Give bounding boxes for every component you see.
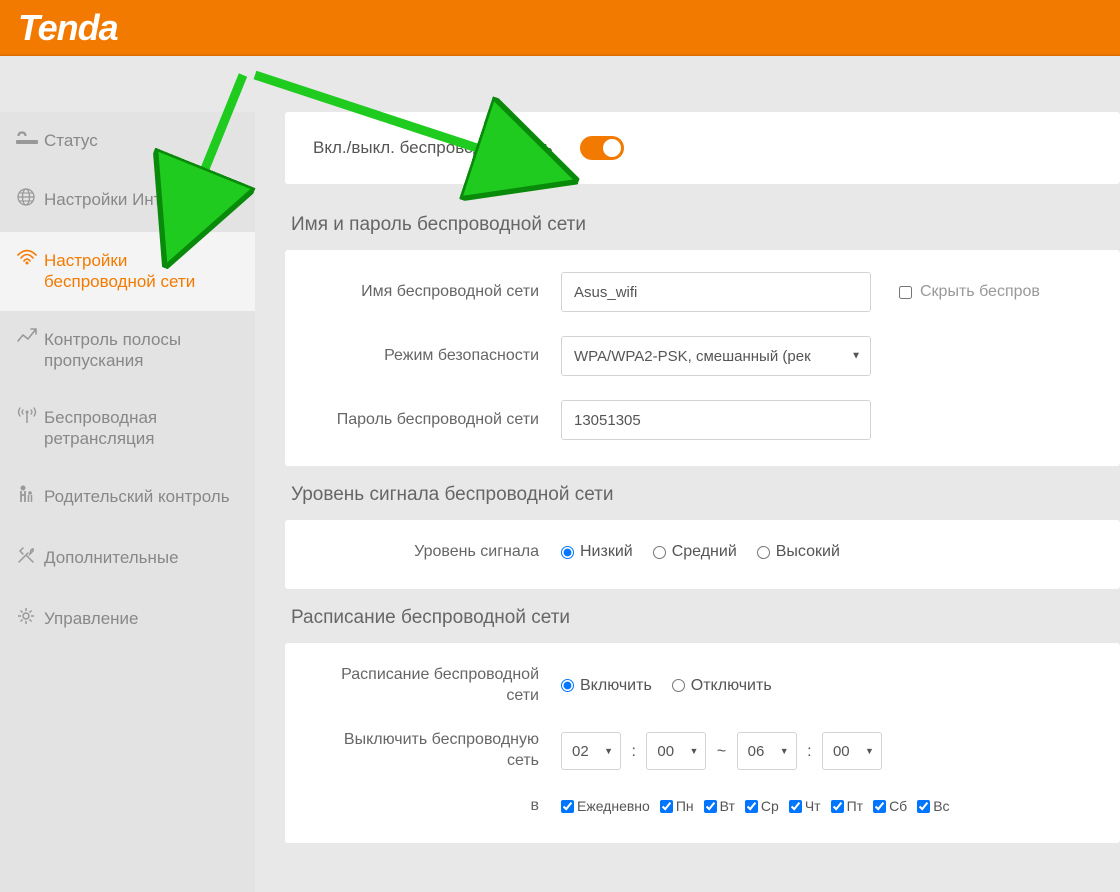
sidebar-item-label: Статус — [44, 130, 239, 151]
signal-section-title: Уровень сигнала беспроводной сети — [291, 484, 1120, 506]
sidebar-item-label: Дополнительные — [44, 547, 239, 568]
main-content: Вкл./выкл. беспроводную сеть Имя и парол… — [255, 112, 1120, 892]
ssid-label: Имя беспроводной сети — [313, 282, 561, 303]
sidebar-item-label: Настройки Интернета — [44, 189, 239, 210]
schedule-card: Расписание беспроводной сети Включить От… — [285, 643, 1120, 843]
network-section-title: Имя и пароль беспроводной сети — [291, 214, 1120, 236]
day-check-mon[interactable]: Пн — [660, 798, 694, 814]
sidebar-item-advanced[interactable]: Дополнительные — [0, 529, 255, 590]
day-check-fri[interactable]: Пт — [831, 798, 863, 814]
hide-ssid-text: Скрыть беспров — [920, 283, 1040, 301]
sidebar-item-management[interactable]: Управление — [0, 590, 255, 651]
hide-ssid-input[interactable] — [899, 286, 912, 299]
time-tilde: ~ — [717, 743, 726, 760]
time-colon: : — [631, 743, 635, 760]
sidebar-item-parental[interactable]: Родительский контроль — [0, 468, 255, 529]
schedule-radio-off[interactable]: Отключить — [672, 677, 772, 695]
time-from-min[interactable]: 00 — [646, 732, 706, 770]
day-check-sat[interactable]: Сб — [873, 798, 907, 814]
time-to-hour[interactable]: 06 — [737, 732, 797, 770]
hide-ssid-checkbox[interactable]: Скрыть беспров — [899, 283, 1040, 301]
signal-card: Уровень сигнала Низкий Средний Высокий — [285, 520, 1120, 589]
signal-icon — [16, 128, 44, 153]
wireless-toggle[interactable] — [580, 136, 624, 160]
day-check-wed[interactable]: Ср — [745, 798, 779, 814]
password-label: Пароль беспроводной сети — [313, 410, 561, 431]
globe-icon — [16, 187, 44, 214]
security-select[interactable]: WPA/WPA2-PSK, смешанный (рек — [561, 336, 871, 376]
day-check-daily[interactable]: Ежедневно — [561, 798, 650, 814]
sidebar-item-status[interactable]: Статус — [0, 112, 255, 171]
password-input[interactable] — [561, 400, 871, 440]
schedule-section-title: Расписание беспроводной сети — [291, 607, 1120, 629]
signal-radio-low[interactable]: Низкий — [561, 543, 633, 561]
wireless-toggle-card: Вкл./выкл. беспроводную сеть — [285, 112, 1120, 184]
sidebar: Статус Настройки Интернета Настройки бес… — [0, 112, 255, 892]
antenna-icon — [16, 405, 44, 432]
time-from-hour[interactable]: 02 — [561, 732, 621, 770]
sidebar-item-wireless[interactable]: Настройки беспроводной сети — [0, 232, 255, 311]
sidebar-item-label: Родительский контроль — [44, 486, 239, 507]
security-label: Режим безопасности — [313, 346, 561, 367]
sidebar-item-label: Управление — [44, 608, 239, 629]
parent-icon — [16, 484, 44, 511]
signal-level-label: Уровень сигнала — [313, 542, 561, 563]
schedule-radio-on[interactable]: Включить — [561, 677, 652, 695]
sidebar-item-internet[interactable]: Настройки Интернета — [0, 171, 255, 232]
sidebar-item-bandwidth[interactable]: Контроль полосы пропускания — [0, 311, 255, 390]
signal-radio-mid[interactable]: Средний — [653, 543, 737, 561]
tools-icon — [16, 545, 44, 572]
ssid-input[interactable] — [561, 272, 871, 312]
sidebar-item-label: Контроль полосы пропускания — [44, 329, 239, 372]
wireless-toggle-label: Вкл./выкл. беспроводную сеть — [313, 138, 552, 158]
gear-icon — [16, 606, 44, 633]
brand-logo: Tenda — [18, 7, 118, 49]
day-check-thu[interactable]: Чт — [789, 798, 821, 814]
day-check-sun[interactable]: Вс — [917, 798, 949, 814]
time-to-min[interactable]: 00 — [822, 732, 882, 770]
day-check-tue[interactable]: Вт — [704, 798, 735, 814]
sidebar-item-label: Настройки беспроводной сети — [44, 250, 239, 293]
sidebar-item-relay[interactable]: Беспроводная ретрансляция — [0, 389, 255, 468]
sidebar-item-label: Беспроводная ретрансляция — [44, 407, 239, 450]
schedule-enable-label: Расписание беспроводной сети — [313, 665, 561, 707]
network-card: Имя беспроводной сети Скрыть беспров Реж… — [285, 250, 1120, 466]
time-colon2: : — [807, 743, 811, 760]
header-bar: Tenda — [0, 0, 1120, 56]
chart-icon — [16, 327, 44, 352]
wifi-icon — [16, 248, 44, 273]
days-prefix: в — [313, 796, 561, 817]
turnoff-label: Выключить беспроводную сеть — [313, 730, 561, 772]
signal-radio-high[interactable]: Высокий — [757, 543, 840, 561]
